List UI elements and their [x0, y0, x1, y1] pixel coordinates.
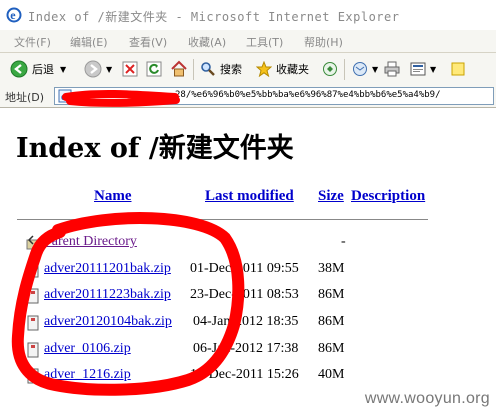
svg-text:e: e: [61, 92, 66, 103]
file-link[interactable]: adver_1216.zip: [44, 367, 131, 383]
table-row: adver20120104bak.zip 04-Jan-2012 18:35 8…: [0, 312, 496, 336]
page-heading: Index of /新建文件夹: [16, 133, 294, 164]
back-arrow-icon: [10, 60, 28, 78]
archive-icon: [27, 342, 39, 358]
column-size-link[interactable]: Size: [318, 188, 344, 205]
menu-favorites[interactable]: 收藏(A): [188, 34, 226, 50]
archive-icon: [27, 262, 39, 278]
file-size: 40M: [318, 367, 345, 382]
edit-page-icon: [410, 62, 426, 76]
page-icon: e: [58, 89, 72, 103]
toolbar-separator: [344, 59, 345, 80]
notes-button[interactable]: [450, 59, 466, 79]
archive-icon: [27, 315, 39, 331]
file-size: 86M: [318, 341, 345, 356]
list-item: Parent Directory -: [0, 232, 496, 256]
mail-button[interactable]: ▼: [352, 59, 378, 79]
watermark: www.wooyun.org: [364, 390, 490, 407]
address-bar: 地址(D) e 28/%e6%96%b0%e5%bb%ba%e6%96%87%e…: [0, 86, 496, 108]
table-row: adver_0106.zip 06-Jan-2012 17:38 86M: [0, 339, 496, 363]
file-link[interactable]: adver_0106.zip: [44, 341, 131, 357]
address-input[interactable]: e 28/%e6%96%b0%e5%bb%ba%e6%96%87%e4%bb%b…: [54, 87, 494, 105]
svg-text:e: e: [10, 8, 16, 22]
ie-logo-icon: e: [6, 7, 22, 23]
file-date: 16-Dec-2011 15:26: [190, 367, 299, 382]
search-button[interactable]: 搜索: [200, 59, 242, 79]
star-icon: [256, 61, 272, 77]
file-date: 01-Dec-2011 09:55: [190, 261, 299, 276]
file-size: 86M: [318, 314, 345, 329]
parent-directory-link[interactable]: Parent Directory: [44, 234, 137, 250]
menu-view[interactable]: 查看(V): [129, 34, 167, 50]
search-icon: [201, 62, 215, 76]
column-name-link[interactable]: Name: [94, 188, 132, 205]
refresh-icon: [146, 61, 162, 77]
archive-icon: [27, 288, 39, 304]
file-date: 04-Jan-2012 18:35: [193, 314, 299, 329]
home-icon: [171, 60, 187, 77]
favorites-label: 收藏夹: [276, 63, 309, 76]
toolbar: 后退 ▼ ▼ 搜索 收藏夹 ▼ ▼: [0, 53, 496, 87]
menu-tools[interactable]: 工具(T): [246, 34, 283, 50]
toolbar-separator: [193, 59, 194, 80]
menu-edit[interactable]: 编辑(E): [70, 34, 108, 50]
stop-icon: [122, 61, 138, 77]
back-dropdown-icon[interactable]: ▼: [60, 65, 66, 74]
forward-dropdown-icon[interactable]: ▼: [106, 65, 112, 74]
address-label: 地址(D): [5, 91, 45, 104]
file-size: 38M: [318, 261, 345, 276]
window-title: Index of /新建文件夹 - Microsoft Internet Exp…: [28, 10, 400, 24]
print-button[interactable]: [384, 59, 400, 79]
file-date: 23-Dec-2011 08:53: [190, 287, 299, 302]
file-link[interactable]: adver20111201bak.zip: [44, 261, 171, 277]
address-url: 28/%e6%96%b0%e5%bb%ba%e6%96%87%e4%bb%b6%…: [175, 90, 441, 100]
file-date: 06-Jan-2012 17:38: [193, 341, 299, 356]
sticky-note-icon: [451, 62, 465, 76]
back-button[interactable]: 后退 ▼: [10, 59, 66, 79]
forward-button[interactable]: ▼: [84, 59, 112, 79]
search-label: 搜索: [220, 63, 242, 76]
back-folder-icon: [26, 235, 40, 250]
menu-file[interactable]: 文件(F): [14, 34, 51, 50]
file-size: 86M: [318, 287, 345, 302]
table-row: adver20111223bak.zip 23-Dec-2011 08:53 8…: [0, 285, 496, 309]
header-rule: [17, 219, 428, 220]
column-description-link[interactable]: Description: [351, 188, 425, 205]
title-bar: e Index of /新建文件夹 - Microsoft Internet E…: [0, 0, 496, 31]
edit-dropdown-icon[interactable]: ▼: [430, 65, 436, 74]
file-size: -: [341, 234, 346, 249]
file-link[interactable]: adver20120104bak.zip: [44, 314, 172, 330]
forward-arrow-icon: [84, 60, 102, 78]
printer-icon: [384, 61, 400, 77]
media-button[interactable]: [322, 59, 338, 79]
back-label: 后退: [32, 63, 54, 76]
column-last-modified-link[interactable]: Last modified: [205, 188, 294, 205]
page-content: Index of /新建文件夹 Name Last modified Size …: [0, 108, 496, 411]
stop-button[interactable]: [122, 59, 138, 79]
mail-dropdown-icon[interactable]: ▼: [372, 65, 378, 74]
favorites-button[interactable]: 收藏夹: [256, 59, 309, 79]
edit-button[interactable]: ▼: [410, 59, 436, 79]
table-row: adver20111201bak.zip 01-Dec-2011 09:55 3…: [0, 259, 496, 283]
mail-icon: [353, 62, 367, 76]
home-button[interactable]: [170, 59, 188, 79]
menu-bar: 文件(F) 编辑(E) 查看(V) 收藏(A) 工具(T) 帮助(H): [0, 30, 496, 53]
media-icon: [323, 62, 337, 76]
archive-icon: [27, 368, 39, 384]
file-link[interactable]: adver20111223bak.zip: [44, 287, 171, 303]
refresh-button[interactable]: [146, 59, 162, 79]
menu-help[interactable]: 帮助(H): [304, 34, 343, 50]
table-row: adver_1216.zip 16-Dec-2011 15:26 40M: [0, 365, 496, 389]
